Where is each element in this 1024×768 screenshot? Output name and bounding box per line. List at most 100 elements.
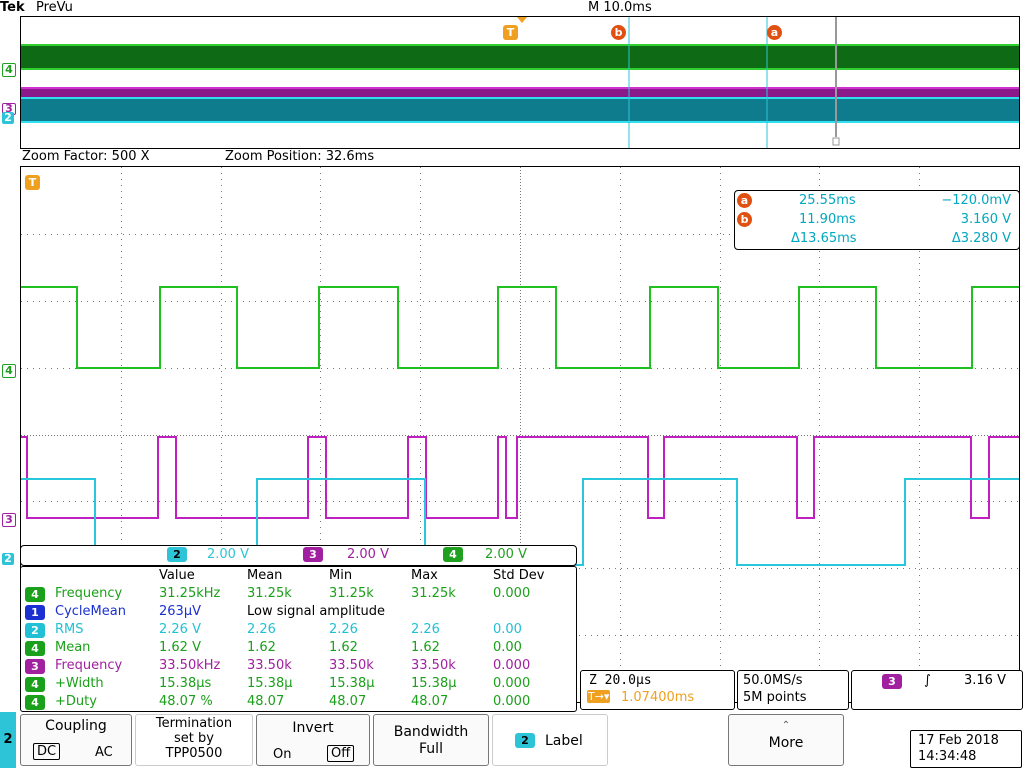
measurement-value: 48.07 % (159, 694, 213, 709)
ch2-scale-icon: 2 (167, 547, 187, 562)
measurement-max: 15.38µ (411, 676, 457, 691)
measurement-value: 15.38µs (159, 676, 212, 691)
invert-on-option[interactable]: On (273, 747, 291, 762)
date-time-display: 17 Feb 2018 14:34:48 (910, 730, 1022, 768)
measurement-channel-icon: 1 (25, 605, 45, 620)
horizontal-readout[interactable]: Z 20.0µs T→▾ 1.07400ms (580, 670, 735, 710)
cursor-delta-voltage: Δ3.280 V (951, 231, 1011, 246)
overview-cursor-b-icon[interactable]: b (611, 25, 626, 40)
cursor-delta-time: Δ13.65ms (791, 231, 857, 246)
termination-line-2: set by (174, 731, 214, 746)
rising-edge-icon: ∫ (924, 673, 931, 688)
invert-off-option[interactable]: Off (327, 745, 355, 762)
main-ch4-marker[interactable]: 4 (2, 364, 16, 378)
measurement-row[interactable]: 4 +Width 15.38µs 15.38µ 15.38µ 15.38µ 0.000 (21, 676, 576, 694)
measurement-name: +Width (55, 676, 104, 691)
cursor-readout[interactable]: a 25.55ms −120.0mV b 11.90ms 3.160 V Δ13… (734, 190, 1020, 250)
trigger-level: 3.16 V (964, 673, 1006, 688)
measurement-mean: 1.62 (247, 640, 276, 655)
channel-menu-tab[interactable]: 2 (0, 712, 16, 768)
acquisition-readout[interactable]: 50.0MS/s 5M points (737, 670, 849, 710)
measurement-row[interactable]: 2 RMS 2.26 V 2.26 2.26 2.26 0.00 (21, 622, 576, 640)
date-display: 17 Feb 2018 (918, 733, 999, 748)
measurement-max: 31.25k (411, 586, 456, 601)
time-display: 14:34:48 (918, 749, 977, 764)
main-trigger-icon: T (25, 175, 40, 190)
more-button[interactable]: ⌃ More (728, 714, 844, 766)
overview-ch2-marker[interactable]: 2 (2, 112, 14, 124)
label-button[interactable]: 2 Label (492, 714, 608, 766)
cursor-a-voltage: −120.0mV (941, 193, 1011, 208)
termination-line-1: Termination (155, 716, 233, 731)
main-ch3-marker[interactable]: 3 (2, 513, 16, 527)
channel-scale-bar[interactable]: 2 2.00 V 3 2.00 V 4 2.00 V (20, 545, 577, 566)
measurement-row[interactable]: 1 CycleMean 263µV Low signal amplitude (21, 604, 576, 622)
termination-info: Termination set by TPP0500 (135, 714, 253, 766)
cursor-delta-row: Δ13.65ms Δ3.280 V (735, 231, 1019, 250)
measurement-channel-icon: 4 (25, 695, 45, 710)
ch3-scale-value[interactable]: 2.00 V (347, 547, 389, 562)
cursor-b-icon: b (737, 212, 752, 227)
coupling-dc-option[interactable]: DC (33, 743, 61, 760)
trigger-readout[interactable]: 3 ∫ 3.16 V (851, 670, 1023, 710)
measurement-value: 33.50kHz (159, 658, 221, 673)
bandwidth-button[interactable]: Bandwidth Full (373, 714, 489, 766)
measurement-row[interactable]: 4 Mean 1.62 V 1.62 1.62 1.62 0.00 (21, 640, 576, 658)
invert-button[interactable]: Invert On Off (256, 714, 370, 766)
measurement-channel-icon: 4 (25, 587, 45, 602)
measurement-value: 2.26 V (159, 622, 201, 637)
label-text: Label (545, 733, 583, 749)
coupling-label: Coupling (45, 718, 107, 734)
brand-logo: Tek (0, 0, 25, 15)
overview-ch4-marker[interactable]: 4 (2, 63, 16, 77)
trigger-position-value: 1.07400ms (621, 690, 695, 705)
measurement-std: 0.000 (493, 676, 531, 691)
measurement-name: CycleMean (55, 604, 126, 619)
col-min: Min (329, 568, 353, 583)
cursor-a-row: a 25.55ms −120.0mV (735, 193, 1019, 212)
zoom-position-label: Zoom Position: 32.6ms (225, 149, 375, 164)
measurement-row[interactable]: 4 Frequency 31.25kHz 31.25k 31.25k 31.25k 0.00… (21, 586, 576, 604)
more-arrow-icon: ⌃ (781, 720, 791, 731)
measurement-min: 48.07 (329, 694, 367, 709)
record-overview[interactable]: T b a (20, 16, 1020, 149)
measurement-mean: 33.50k (247, 658, 292, 673)
measurement-channel-icon: 2 (25, 623, 45, 638)
label-channel-icon: 2 (515, 733, 535, 748)
col-std-dev: Std Dev (493, 568, 545, 583)
measurement-note: Low signal amplitude (247, 604, 386, 619)
ch4-scale-icon: 4 (443, 547, 463, 562)
termination-line-3: TPP0500 (165, 746, 223, 761)
main-ch2-marker[interactable]: 2 (2, 553, 14, 565)
overview-cursor-a-icon[interactable]: a (767, 25, 782, 40)
measurement-min: 31.25k (329, 586, 374, 601)
zoom-factor-label: Zoom Factor: 500 X (22, 149, 150, 164)
overview-ch2-band (21, 97, 1019, 123)
invert-label: Invert (292, 720, 334, 736)
measurement-value: 1.62 V (159, 640, 201, 655)
sample-rate: 50.0MS/s (743, 673, 803, 688)
measurement-table[interactable]: Value Mean Min Max Std Dev 4 Frequency 31.… (20, 566, 577, 712)
measurement-max: 2.26 (411, 622, 440, 637)
measurement-name: Frequency (55, 586, 123, 601)
measurement-mean: 15.38µ (247, 676, 293, 691)
more-label: More (768, 735, 804, 751)
measurement-name: Mean (55, 640, 91, 655)
measurement-min: 33.50k (329, 658, 374, 673)
ch4-scale-value[interactable]: 2.00 V (485, 547, 527, 562)
measurement-row[interactable]: 4 +Duty 48.07 % 48.07 48.07 48.07 0.000 (21, 694, 576, 712)
measurement-std: 0.000 (493, 694, 531, 709)
measurement-mean: 2.26 (247, 622, 276, 637)
measurement-row[interactable]: 3 Frequency 33.50kHz 33.50k 33.50k 33.50k 0.00… (21, 658, 576, 676)
coupling-button[interactable]: Coupling DC AC (20, 714, 132, 766)
measurement-std: 0.00 (493, 640, 522, 655)
overview-waveforms (21, 17, 1019, 148)
bandwidth-value: Full (419, 741, 443, 757)
timebase-readout[interactable]: M 10.0ms (588, 0, 652, 15)
measurement-mean: 48.07 (247, 694, 285, 709)
ch2-scale-value[interactable]: 2.00 V (207, 547, 249, 562)
zoom-info-bar: Zoom Factor: 500 X Zoom Position: 32.6ms (20, 149, 1020, 166)
measurement-min: 1.62 (329, 640, 358, 655)
measurement-std: 0.000 (493, 658, 531, 673)
coupling-ac-option[interactable]: AC (95, 745, 113, 760)
